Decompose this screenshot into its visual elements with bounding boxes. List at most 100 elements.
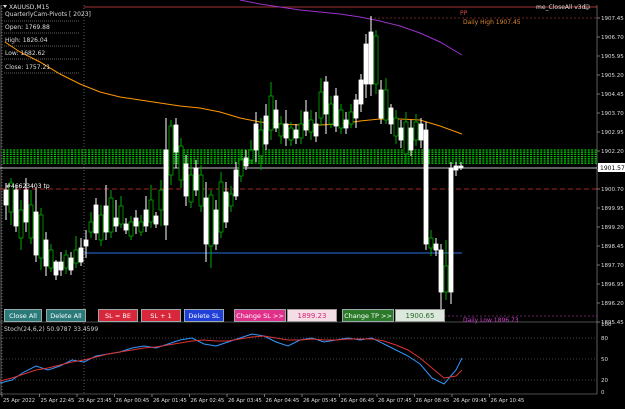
change-tp-button[interactable]: Change TP >> <box>342 309 394 322</box>
time-tick-label: 25 Apr 2022 <box>3 398 35 404</box>
candle-body <box>393 117 399 137</box>
time-tick-label: 26 Apr 07:45 <box>378 398 412 404</box>
candle-body <box>313 123 319 137</box>
price-tick-label: 1903.70 <box>601 111 624 117</box>
time-tick-label: 26 Apr 09:45 <box>453 398 487 404</box>
sl-plus-one-button[interactable]: SL + 1 <box>141 309 181 322</box>
price-chart[interactable]: 1907.45 1906.70 1905.95 1905.20 1904.45 1903.… <box>0 0 625 405</box>
candle-body <box>233 169 239 197</box>
candle-body <box>308 119 314 133</box>
pp-label: PP <box>460 10 468 17</box>
candle-body <box>423 129 429 245</box>
time-tick-label: 26 Apr 00:45 <box>116 398 150 404</box>
candle-body <box>398 127 404 141</box>
candle-body <box>353 99 359 119</box>
candle-body <box>43 239 49 267</box>
candle-body <box>188 174 194 203</box>
stoch-level-label: 100 <box>601 322 612 328</box>
stoch-level-label: 0 <box>601 390 605 396</box>
candle-body <box>63 254 69 269</box>
candle-body <box>348 111 354 125</box>
price-tick-label: 1896.95 <box>601 282 624 288</box>
price-tick-label: 1904.45 <box>601 92 624 98</box>
time-tick-label: 26 Apr 08:45 <box>416 398 450 404</box>
info-title: QuarterlyCam-Pivots [ 2023] <box>5 11 91 18</box>
delete-sl-button[interactable]: Delete SL <box>184 309 224 322</box>
candle-body <box>113 217 119 227</box>
candle-body <box>458 165 464 169</box>
candle-body <box>68 257 74 271</box>
info-close: Close: 1757.21 <box>5 64 50 71</box>
candle-body <box>38 214 44 259</box>
stoch-level-label: 50 <box>601 357 608 363</box>
candle-body <box>193 167 199 191</box>
candle-body <box>428 237 434 249</box>
ea-label: me_CloseAll v3d <box>536 4 586 11</box>
candle-body <box>28 204 34 239</box>
current-price-text: 1901.57 <box>600 165 625 172</box>
candle-body <box>163 149 169 226</box>
candle-body <box>203 197 209 245</box>
close-all-button[interactable]: Close All <box>4 309 42 322</box>
price-tick-label: 1905.20 <box>601 73 624 79</box>
price-tick-label: 1899.20 <box>601 225 624 231</box>
candle-body <box>388 107 394 125</box>
candle-body <box>133 217 139 227</box>
candle-body <box>378 89 384 119</box>
candle-body <box>73 249 79 264</box>
time-tick-label: 26 Apr 10:45 <box>491 398 525 404</box>
candle-body <box>128 221 134 237</box>
price-tick-label: 1906.70 <box>601 35 624 41</box>
candle-body <box>213 209 219 245</box>
price-tick-label: 1902.95 <box>601 130 624 136</box>
candle-body <box>143 209 149 227</box>
candle-body <box>148 199 154 223</box>
sl-value-field[interactable]: 1899.23 <box>287 309 337 322</box>
change-sl-button[interactable]: Change SL >> <box>234 309 286 322</box>
time-tick-label: 25 Apr 22:45 <box>41 398 75 404</box>
candle-body <box>263 115 269 145</box>
candle-body <box>33 211 39 256</box>
candle-body <box>173 124 179 153</box>
candle-body <box>248 149 254 161</box>
chart-background <box>0 0 625 405</box>
price-tick-label: 1905.95 <box>601 54 624 60</box>
delete-all-button[interactable]: Delete All <box>46 309 86 322</box>
sl-be-button[interactable]: SL = BE <box>98 309 138 322</box>
time-tick-label: 26 Apr 02:45 <box>191 398 225 404</box>
tp-value-field[interactable]: 1900.65 <box>395 309 445 322</box>
candle-body <box>228 193 234 207</box>
candle-body <box>328 103 334 125</box>
price-tick-label: 1899.95 <box>601 206 624 212</box>
candle-body <box>268 95 274 131</box>
candle-body <box>218 181 224 233</box>
candle-body <box>298 123 304 139</box>
candle-body <box>403 121 409 155</box>
candle-body <box>13 189 19 227</box>
candle-body <box>208 194 214 247</box>
candle-body <box>338 109 344 129</box>
candle-body <box>103 205 109 233</box>
candle-body <box>438 249 444 293</box>
candle-body <box>318 91 324 119</box>
time-tick-label: 26 Apr 06:45 <box>341 398 375 404</box>
candle-body <box>258 129 264 157</box>
candle-body <box>93 204 99 234</box>
chart-window[interactable]: 1907.45 1906.70 1905.95 1905.20 1904.45 1903.… <box>0 0 625 405</box>
candle-body <box>78 247 84 263</box>
stoch-title: Stoch(24,6,2) 50.9787 33.4599 <box>4 326 98 333</box>
stoch-level-label: 20 <box>601 378 608 384</box>
candle-body <box>158 189 164 211</box>
candle-body <box>223 191 229 223</box>
candle-body <box>48 249 54 269</box>
time-tick-label: 26 Apr 03:45 <box>228 398 262 404</box>
smiley-icon: ☺ <box>584 4 590 11</box>
candle-body <box>18 209 24 239</box>
candle-body <box>343 119 349 129</box>
candle-body <box>453 165 459 171</box>
time-tick-label: 26 Apr 04:45 <box>266 398 300 404</box>
candle-body <box>138 221 144 233</box>
candle-body <box>53 261 59 276</box>
daily-low-label: Daily Low 1896.73 <box>463 317 519 324</box>
time-tick-label: 25 Apr 23:45 <box>78 398 112 404</box>
